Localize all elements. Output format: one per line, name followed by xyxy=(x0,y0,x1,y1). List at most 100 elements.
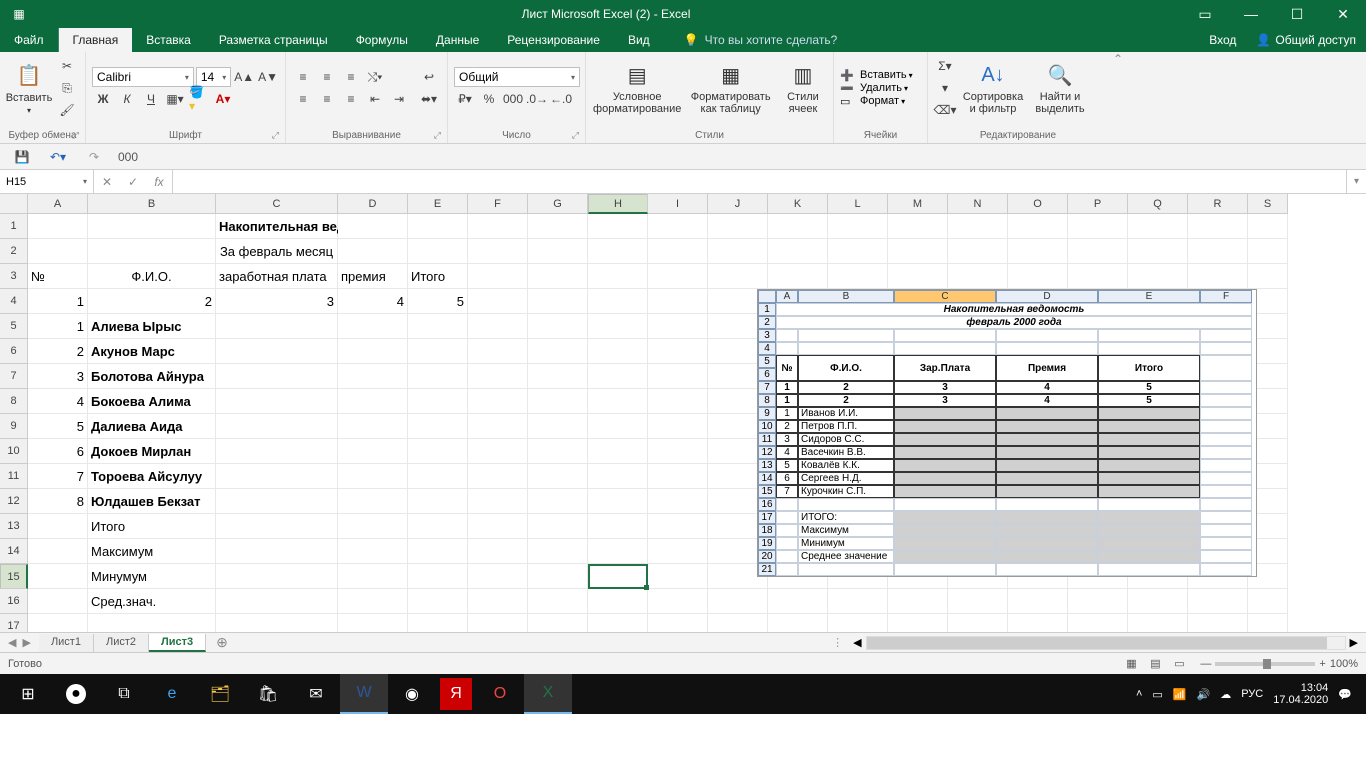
cell-C10[interactable] xyxy=(216,439,338,464)
font-color-button[interactable]: A▾ xyxy=(212,89,234,109)
close-button[interactable]: ✕ xyxy=(1320,0,1366,28)
embedded-image[interactable]: ABCDEF1Накопительная ведомость2февраль 2… xyxy=(757,289,1257,577)
cell-B7[interactable]: Болотова Айнура xyxy=(88,364,216,389)
cell-I15[interactable] xyxy=(648,564,708,589)
cell-A9[interactable]: 5 xyxy=(28,414,88,439)
hscroll-right[interactable]: ▶ xyxy=(1346,636,1362,649)
cell-H11[interactable] xyxy=(588,464,648,489)
cell-F15[interactable] xyxy=(468,564,528,589)
col-header-D[interactable]: D xyxy=(338,194,408,214)
cell-O1[interactable] xyxy=(1008,214,1068,239)
cell-H16[interactable] xyxy=(588,589,648,614)
tellme-input[interactable]: Что вы хотите сделать? xyxy=(705,33,838,47)
cell-Q3[interactable] xyxy=(1128,264,1188,289)
cell-I9[interactable] xyxy=(648,414,708,439)
cell-E2[interactable] xyxy=(408,239,468,264)
cell-I2[interactable] xyxy=(648,239,708,264)
align-launcher[interactable]: ⤢ xyxy=(434,130,441,141)
cell-B6[interactable]: Акунов Марс xyxy=(88,339,216,364)
cell-F7[interactable] xyxy=(468,364,528,389)
cell-Q16[interactable] xyxy=(1128,589,1188,614)
cell-A7[interactable]: 3 xyxy=(28,364,88,389)
cell-C17[interactable] xyxy=(216,614,338,632)
hscroll-split[interactable]: ⋮ xyxy=(832,636,849,649)
tab-pagelayout[interactable]: Разметка страницы xyxy=(205,28,342,52)
cell-D5[interactable] xyxy=(338,314,408,339)
increase-font-button[interactable]: A▲ xyxy=(233,67,255,87)
cell-A12[interactable]: 8 xyxy=(28,489,88,514)
cell-D3[interactable]: премия xyxy=(338,264,408,289)
cell-C14[interactable] xyxy=(216,539,338,564)
underline-button[interactable]: Ч xyxy=(140,89,162,109)
cell-H7[interactable] xyxy=(588,364,648,389)
cell-S17[interactable] xyxy=(1248,614,1288,632)
align-top-button[interactable]: ≡ xyxy=(292,67,314,87)
cell-B15[interactable]: Минумум xyxy=(88,564,216,589)
cell-F9[interactable] xyxy=(468,414,528,439)
cell-E9[interactable] xyxy=(408,414,468,439)
cell-J2[interactable] xyxy=(708,239,768,264)
cell-C3[interactable]: заработная плата xyxy=(216,264,338,289)
col-header-R[interactable]: R xyxy=(1188,194,1248,214)
cell-C2[interactable]: За февраль месяц xyxy=(216,239,338,264)
paste-button[interactable]: 📋 Вставить▾ xyxy=(6,56,52,120)
cell-D15[interactable] xyxy=(338,564,408,589)
cell-E16[interactable] xyxy=(408,589,468,614)
cell-E6[interactable] xyxy=(408,339,468,364)
save-button[interactable]: 💾 xyxy=(10,150,34,164)
tray-up-icon[interactable]: ˄ xyxy=(1136,688,1142,700)
col-header-N[interactable]: N xyxy=(948,194,1008,214)
cell-G10[interactable] xyxy=(528,439,588,464)
col-header-C[interactable]: C xyxy=(216,194,338,214)
confirm-formula-button[interactable]: ✓ xyxy=(120,175,146,189)
cell-A10[interactable]: 6 xyxy=(28,439,88,464)
format-cells-button[interactable]: Формат xyxy=(860,95,899,107)
cell-S16[interactable] xyxy=(1248,589,1288,614)
col-header-G[interactable]: G xyxy=(528,194,588,214)
cell-M16[interactable] xyxy=(888,589,948,614)
indent-inc-button[interactable]: ⇥ xyxy=(388,89,410,109)
cell-C15[interactable] xyxy=(216,564,338,589)
sheet-tab-Лист1[interactable]: Лист1 xyxy=(39,634,94,652)
cell-H8[interactable] xyxy=(588,389,648,414)
tray-battery-icon[interactable]: ▭ xyxy=(1152,688,1162,701)
row-header-9[interactable]: 9 xyxy=(0,414,28,439)
cell-O2[interactable] xyxy=(1008,239,1068,264)
cell-I17[interactable] xyxy=(648,614,708,632)
cell-P1[interactable] xyxy=(1068,214,1128,239)
formula-input[interactable] xyxy=(173,170,1346,193)
cell-K16[interactable] xyxy=(768,589,828,614)
expand-fbar-button[interactable]: ▾ xyxy=(1346,170,1366,193)
cell-B17[interactable] xyxy=(88,614,216,632)
cell-L3[interactable] xyxy=(828,264,888,289)
taskbar-yandex2-icon[interactable]: Я xyxy=(440,678,472,710)
cell-R2[interactable] xyxy=(1188,239,1248,264)
cell-K17[interactable] xyxy=(768,614,828,632)
cell-G11[interactable] xyxy=(528,464,588,489)
cell-A2[interactable] xyxy=(28,239,88,264)
cell-C11[interactable] xyxy=(216,464,338,489)
tray-volume-icon[interactable]: 🔊 xyxy=(1197,688,1211,701)
cell-N17[interactable] xyxy=(948,614,1008,632)
cell-N16[interactable] xyxy=(948,589,1008,614)
cell-Q1[interactable] xyxy=(1128,214,1188,239)
cell-I11[interactable] xyxy=(648,464,708,489)
cell-H12[interactable] xyxy=(588,489,648,514)
start-button[interactable]: ⊞ xyxy=(4,674,52,714)
cell-B4[interactable]: 2 xyxy=(88,289,216,314)
col-header-K[interactable]: K xyxy=(768,194,828,214)
tab-view[interactable]: Вид xyxy=(614,28,664,52)
fill-button[interactable]: ▾ xyxy=(934,78,956,98)
row-header-4[interactable]: 4 xyxy=(0,289,28,314)
cell-E17[interactable] xyxy=(408,614,468,632)
merge-button[interactable]: ⬌▾ xyxy=(414,89,444,109)
col-header-L[interactable]: L xyxy=(828,194,888,214)
cell-F14[interactable] xyxy=(468,539,528,564)
cell-I13[interactable] xyxy=(648,514,708,539)
cell-N2[interactable] xyxy=(948,239,1008,264)
taskbar-edge-icon[interactable]: e xyxy=(148,674,196,714)
cell-G15[interactable] xyxy=(528,564,588,589)
sheet-nav-prev[interactable]: ◀ xyxy=(8,636,16,649)
cell-I1[interactable] xyxy=(648,214,708,239)
cell-A4[interactable]: 1 xyxy=(28,289,88,314)
